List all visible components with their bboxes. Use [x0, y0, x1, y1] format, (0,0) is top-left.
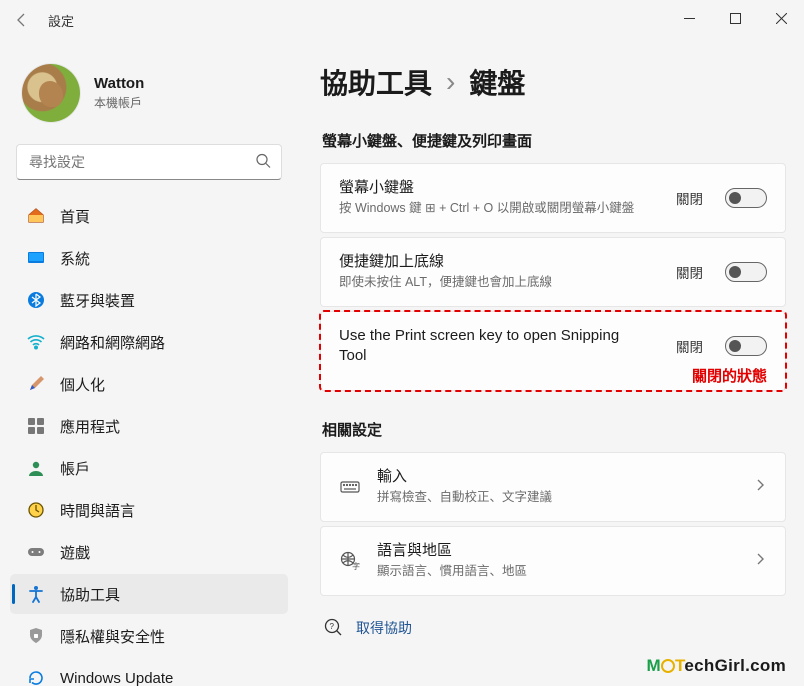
chevron-right-icon [753, 478, 767, 495]
app-title: 設定 [48, 11, 74, 30]
setting-osk[interactable]: 螢幕小鍵盤 按 Windows 鍵 ⊞ + Ctrl + O 以開啟或關閉螢幕小… [320, 163, 786, 233]
breadcrumb: 協助工具 › 鍵盤 [320, 62, 786, 102]
nav: 首頁 系統 藍牙與裝置 網路和網際網路 個人化 應用程式 [10, 196, 288, 686]
related-title: 輸入 [377, 467, 737, 487]
window-controls [666, 0, 804, 36]
sidebar-item-system[interactable]: 系統 [10, 238, 288, 278]
gamepad-icon [26, 543, 46, 561]
toggle-state: 關閉 [676, 188, 703, 208]
sidebar-item-apps[interactable]: 應用程式 [10, 406, 288, 446]
section-title-related: 相關設定 [322, 419, 786, 440]
content: 協助工具 › 鍵盤 螢幕小鍵盤、便捷鍵及列印畫面 螢幕小鍵盤 按 Windows… [294, 40, 804, 686]
clock-globe-icon [26, 501, 46, 519]
language-region-icon: 字 [339, 551, 361, 571]
apps-icon [26, 417, 46, 435]
sidebar-item-label: 應用程式 [60, 416, 120, 437]
watermark: MTechGirl.com [647, 656, 786, 676]
annotation-label: 關閉的狀態 [692, 365, 767, 386]
search-input[interactable] [17, 145, 281, 179]
related-title: 語言與地區 [377, 541, 737, 561]
toggle-printscreen[interactable] [725, 336, 767, 356]
help-label: 取得協助 [356, 618, 412, 638]
avatar [22, 64, 80, 122]
sidebar-item-accessibility[interactable]: 協助工具 [10, 574, 288, 614]
back-button[interactable] [8, 6, 36, 34]
setting-subtitle: 即使未按住 ALT，便捷鍵也會加上底線 [339, 274, 660, 292]
sidebar-item-label: 時間與語言 [60, 500, 135, 521]
section-title-keyboard: 螢幕小鍵盤、便捷鍵及列印畫面 [322, 130, 786, 151]
setting-title: Use the Print screen key to open Snippin… [339, 326, 639, 367]
sidebar-item-label: 個人化 [60, 374, 105, 395]
sidebar-item-gaming[interactable]: 遊戲 [10, 532, 288, 572]
related-language-region[interactable]: 字 語言與地區 顯示語言、慣用語言、地區 [320, 526, 786, 596]
sidebar-item-bluetooth[interactable]: 藍牙與裝置 [10, 280, 288, 320]
setting-printscreen-snipping[interactable]: Use the Print screen key to open Snippin… [320, 311, 786, 392]
sidebar-item-windows-update[interactable]: Windows Update [10, 658, 288, 686]
setting-subtitle: 按 Windows 鍵 ⊞ + Ctrl + O 以開啟或關閉螢幕小鍵盤 [339, 200, 660, 218]
toggle-sticky[interactable] [725, 262, 767, 282]
sidebar-item-label: 隱私權與安全性 [60, 626, 165, 647]
paintbrush-icon [26, 375, 46, 393]
related-subtitle: 拼寫檢查、自動校正、文字建議 [377, 489, 737, 507]
sidebar-item-label: 首頁 [60, 206, 90, 227]
toggle-state: 關閉 [676, 336, 703, 356]
accessibility-icon [26, 585, 46, 603]
keyboard-icon [339, 477, 361, 497]
sidebar-item-home[interactable]: 首頁 [10, 196, 288, 236]
search-box[interactable] [16, 144, 282, 180]
related-subtitle: 顯示語言、慣用語言、地區 [377, 563, 737, 581]
sidebar-item-personalization[interactable]: 個人化 [10, 364, 288, 404]
get-help-link[interactable]: ? 取得協助 [320, 600, 786, 639]
sidebar-item-label: 藍牙與裝置 [60, 290, 135, 311]
sidebar-item-network[interactable]: 網路和網際網路 [10, 322, 288, 362]
bluetooth-icon [26, 291, 46, 309]
setting-title: 螢幕小鍵盤 [339, 178, 660, 198]
system-icon [26, 249, 46, 267]
maximize-button[interactable] [712, 0, 758, 36]
sidebar-item-label: 協助工具 [60, 584, 120, 605]
minimize-button[interactable] [666, 0, 712, 36]
svg-text:?: ? [330, 622, 335, 631]
sidebar: Watton 本機帳戶 首頁 系統 藍牙與裝置 [0, 40, 294, 686]
sidebar-item-time-language[interactable]: 時間與語言 [10, 490, 288, 530]
profile-name: Watton [94, 75, 144, 92]
close-button[interactable] [758, 0, 804, 36]
breadcrumb-parent[interactable]: 協助工具 [320, 62, 432, 102]
sidebar-item-label: 遊戲 [60, 542, 90, 563]
wifi-icon [26, 333, 46, 351]
sidebar-item-label: 帳戶 [60, 458, 90, 479]
sidebar-item-label: 系統 [60, 248, 90, 269]
toggle-osk[interactable] [725, 188, 767, 208]
home-icon [26, 207, 46, 225]
sidebar-item-label: Windows Update [60, 670, 173, 686]
setting-title: 便捷鍵加上底線 [339, 252, 660, 272]
chevron-right-icon: › [446, 66, 455, 98]
shield-lock-icon [26, 627, 46, 645]
svg-text:字: 字 [352, 561, 360, 571]
windows-update-icon [26, 669, 46, 686]
sidebar-item-accounts[interactable]: 帳戶 [10, 448, 288, 488]
search-icon [255, 153, 271, 172]
sidebar-item-privacy[interactable]: 隱私權與安全性 [10, 616, 288, 656]
profile-block[interactable]: Watton 本機帳戶 [10, 50, 288, 142]
account-icon [26, 459, 46, 477]
toggle-state: 關閉 [676, 262, 703, 282]
profile-subtitle: 本機帳戶 [94, 94, 144, 111]
related-input[interactable]: 輸入 拼寫檢查、自動校正、文字建議 [320, 452, 786, 522]
help-icon: ? [324, 618, 342, 639]
setting-sticky-underline[interactable]: 便捷鍵加上底線 即使未按住 ALT，便捷鍵也會加上底線 關閉 [320, 237, 786, 307]
chevron-right-icon [753, 552, 767, 569]
breadcrumb-current: 鍵盤 [469, 62, 525, 102]
sidebar-item-label: 網路和網際網路 [60, 332, 165, 353]
